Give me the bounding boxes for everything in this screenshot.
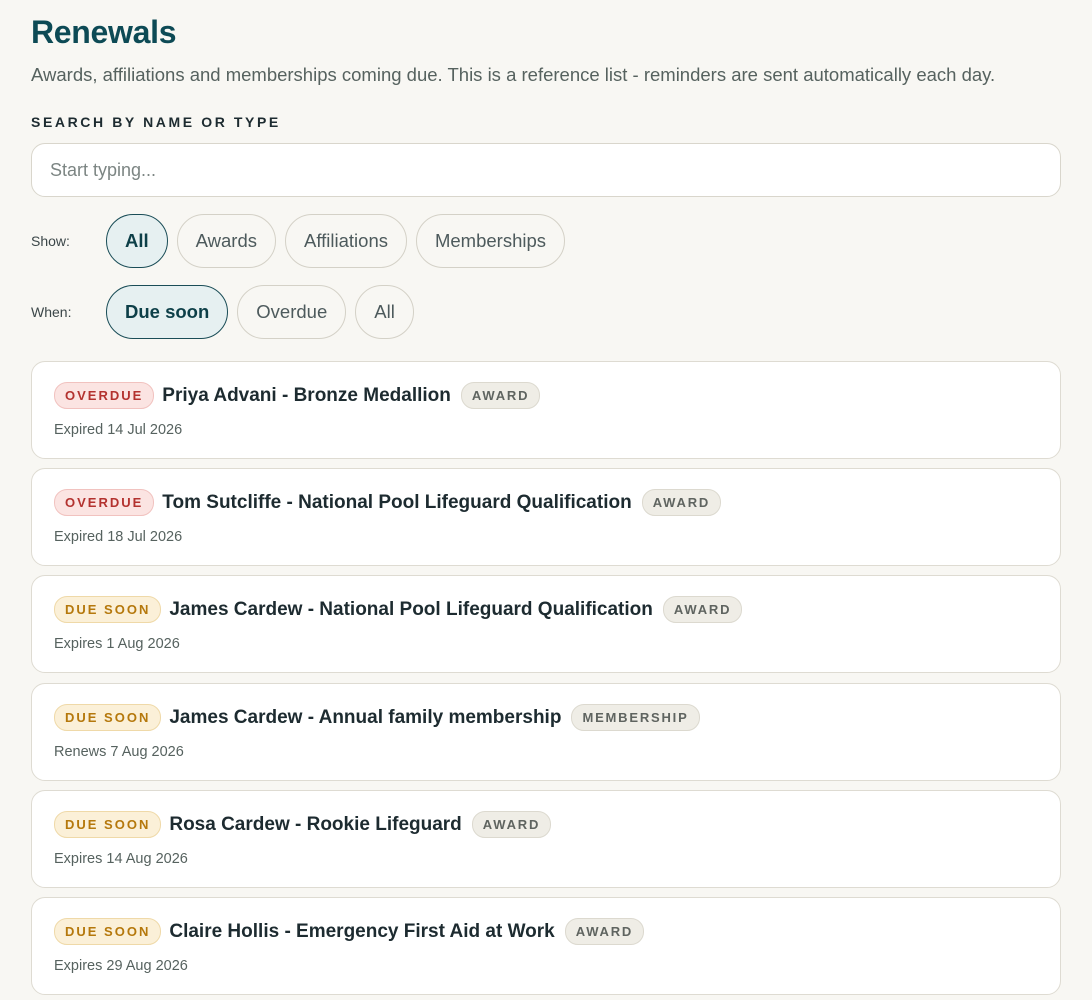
type-badge: AWARD <box>564 918 645 945</box>
page-subtitle: Awards, affiliations and memberships com… <box>31 64 996 85</box>
show-filter-label: Show: <box>31 233 70 249</box>
renewal-card[interactable]: OVERDUE Tom Sutcliffe - National Pool Li… <box>31 468 1061 566</box>
status-badge: OVERDUE <box>54 489 155 516</box>
renewal-title: Claire Hollis - Emergency First Aid at W… <box>169 920 555 942</box>
renewal-title: James Cardew - Annual family membership <box>169 706 562 728</box>
renewal-card[interactable]: DUE SOON Claire Hollis - Emergency First… <box>31 897 1061 995</box>
renewal-card[interactable]: OVERDUE Priya Advani - Bronze Medallion … <box>31 361 1061 459</box>
type-badge: AWARD <box>641 489 722 516</box>
renewal-title: James Cardew - National Pool Lifeguard Q… <box>169 598 653 620</box>
show-filter-all[interactable]: All <box>106 214 168 268</box>
renewal-card-header: OVERDUE Tom Sutcliffe - National Pool Li… <box>54 489 722 516</box>
search-input[interactable] <box>50 159 1042 181</box>
renewal-date: Renews 7 Aug 2026 <box>54 744 184 760</box>
renewal-title: Priya Advani - Bronze Medallion <box>162 384 451 406</box>
when-filter-due-soon[interactable]: Due soon <box>106 285 229 339</box>
status-badge: DUE SOON <box>54 596 162 623</box>
show-filter-affiliations[interactable]: Affiliations <box>285 214 407 268</box>
type-badge: MEMBERSHIP <box>571 704 700 731</box>
show-filter-row: Show: All Awards Affiliations Membership… <box>31 214 574 268</box>
renewal-card[interactable]: DUE SOON James Cardew - National Pool Li… <box>31 575 1061 673</box>
renewal-date: Expired 18 Jul 2026 <box>54 529 183 545</box>
status-badge: DUE SOON <box>54 704 162 731</box>
type-badge: AWARD <box>471 811 552 838</box>
page-title: Renewals <box>31 14 177 50</box>
renewal-card-header: DUE SOON Claire Hollis - Emergency First… <box>54 918 645 945</box>
renewal-card-header: DUE SOON James Cardew - National Pool Li… <box>54 596 743 623</box>
status-badge: DUE SOON <box>54 918 162 945</box>
show-filter-awards[interactable]: Awards <box>176 214 276 268</box>
renewal-card-header: OVERDUE Priya Advani - Bronze Medallion … <box>54 382 541 409</box>
renewal-card-header: DUE SOON James Cardew - Annual family me… <box>54 704 700 731</box>
search-box <box>31 143 1061 197</box>
status-badge: DUE SOON <box>54 811 162 838</box>
show-filter-memberships[interactable]: Memberships <box>415 214 566 268</box>
status-badge: OVERDUE <box>54 382 155 409</box>
renewal-card[interactable]: DUE SOON James Cardew - Annual family me… <box>31 683 1061 781</box>
renewal-date: Expired 14 Jul 2026 <box>54 422 183 438</box>
type-badge: AWARD <box>662 596 743 623</box>
when-filter-overdue[interactable]: Overdue <box>237 285 347 339</box>
renewal-title: Tom Sutcliffe - National Pool Lifeguard … <box>162 491 632 513</box>
renewal-date: Expires 29 Aug 2026 <box>54 958 188 974</box>
renewal-card[interactable]: DUE SOON Rosa Cardew - Rookie Lifeguard … <box>31 790 1061 888</box>
renewal-date: Expires 14 Aug 2026 <box>54 851 188 867</box>
when-filter-label: When: <box>31 304 72 320</box>
renewal-card-header: DUE SOON Rosa Cardew - Rookie Lifeguard … <box>54 811 552 838</box>
when-filter-all[interactable]: All <box>355 285 414 339</box>
renewal-title: Rosa Cardew - Rookie Lifeguard <box>169 813 462 835</box>
when-filter-row: When: Due soon Overdue All <box>31 285 423 339</box>
search-label: SEARCH BY NAME OR TYPE <box>31 114 281 130</box>
renewal-date: Expires 1 Aug 2026 <box>54 636 180 652</box>
type-badge: AWARD <box>460 382 541 409</box>
